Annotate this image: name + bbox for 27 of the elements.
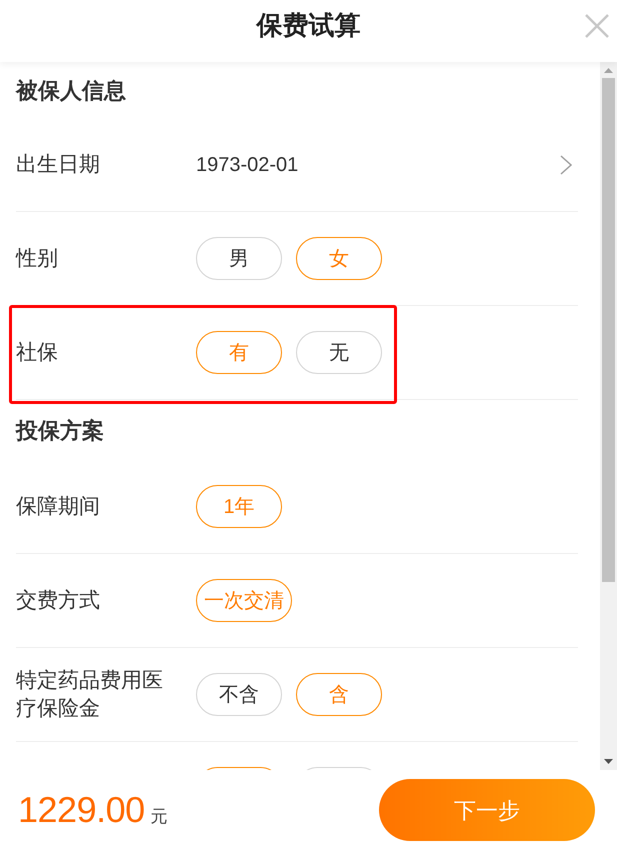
section-title: 投保方案 xyxy=(16,416,104,444)
option-button[interactable]: 不含 xyxy=(196,673,282,716)
option-button[interactable]: 无 xyxy=(296,331,382,374)
scroll-down-icon[interactable] xyxy=(604,759,613,764)
scrollbar-thumb[interactable] xyxy=(602,78,615,582)
price-amount: 1229.00 xyxy=(18,788,145,832)
chevron-right-icon[interactable] xyxy=(560,154,572,174)
option-button[interactable]: 含 xyxy=(296,673,382,716)
option-button[interactable]: 有 xyxy=(196,331,282,374)
date-value: 1973-02-01 xyxy=(196,152,298,178)
field-label: 保障期间 xyxy=(16,494,101,520)
field-label: 出生日期 xyxy=(16,152,101,178)
option-button[interactable]: 男 xyxy=(196,237,282,280)
option-button[interactable]: 1年 xyxy=(196,485,282,528)
next-step-button[interactable]: 下一步 xyxy=(379,779,595,841)
scroll-up-icon[interactable] xyxy=(604,68,613,73)
close-icon[interactable] xyxy=(585,14,609,38)
field-label: 社保 xyxy=(16,340,59,366)
price-unit: 元 xyxy=(150,806,168,828)
option-button[interactable]: 一次交清 xyxy=(196,579,292,622)
option-button[interactable]: 女 xyxy=(296,237,382,280)
dialog-title: 保费试算 xyxy=(256,8,360,42)
field-label: 交费方式 xyxy=(16,588,101,614)
field-label: 特定药品费用医疗保险金 xyxy=(16,668,164,722)
field-label: 性别 xyxy=(16,246,59,272)
scrollbar[interactable] xyxy=(600,62,617,770)
section-title: 被保人信息 xyxy=(16,76,126,104)
